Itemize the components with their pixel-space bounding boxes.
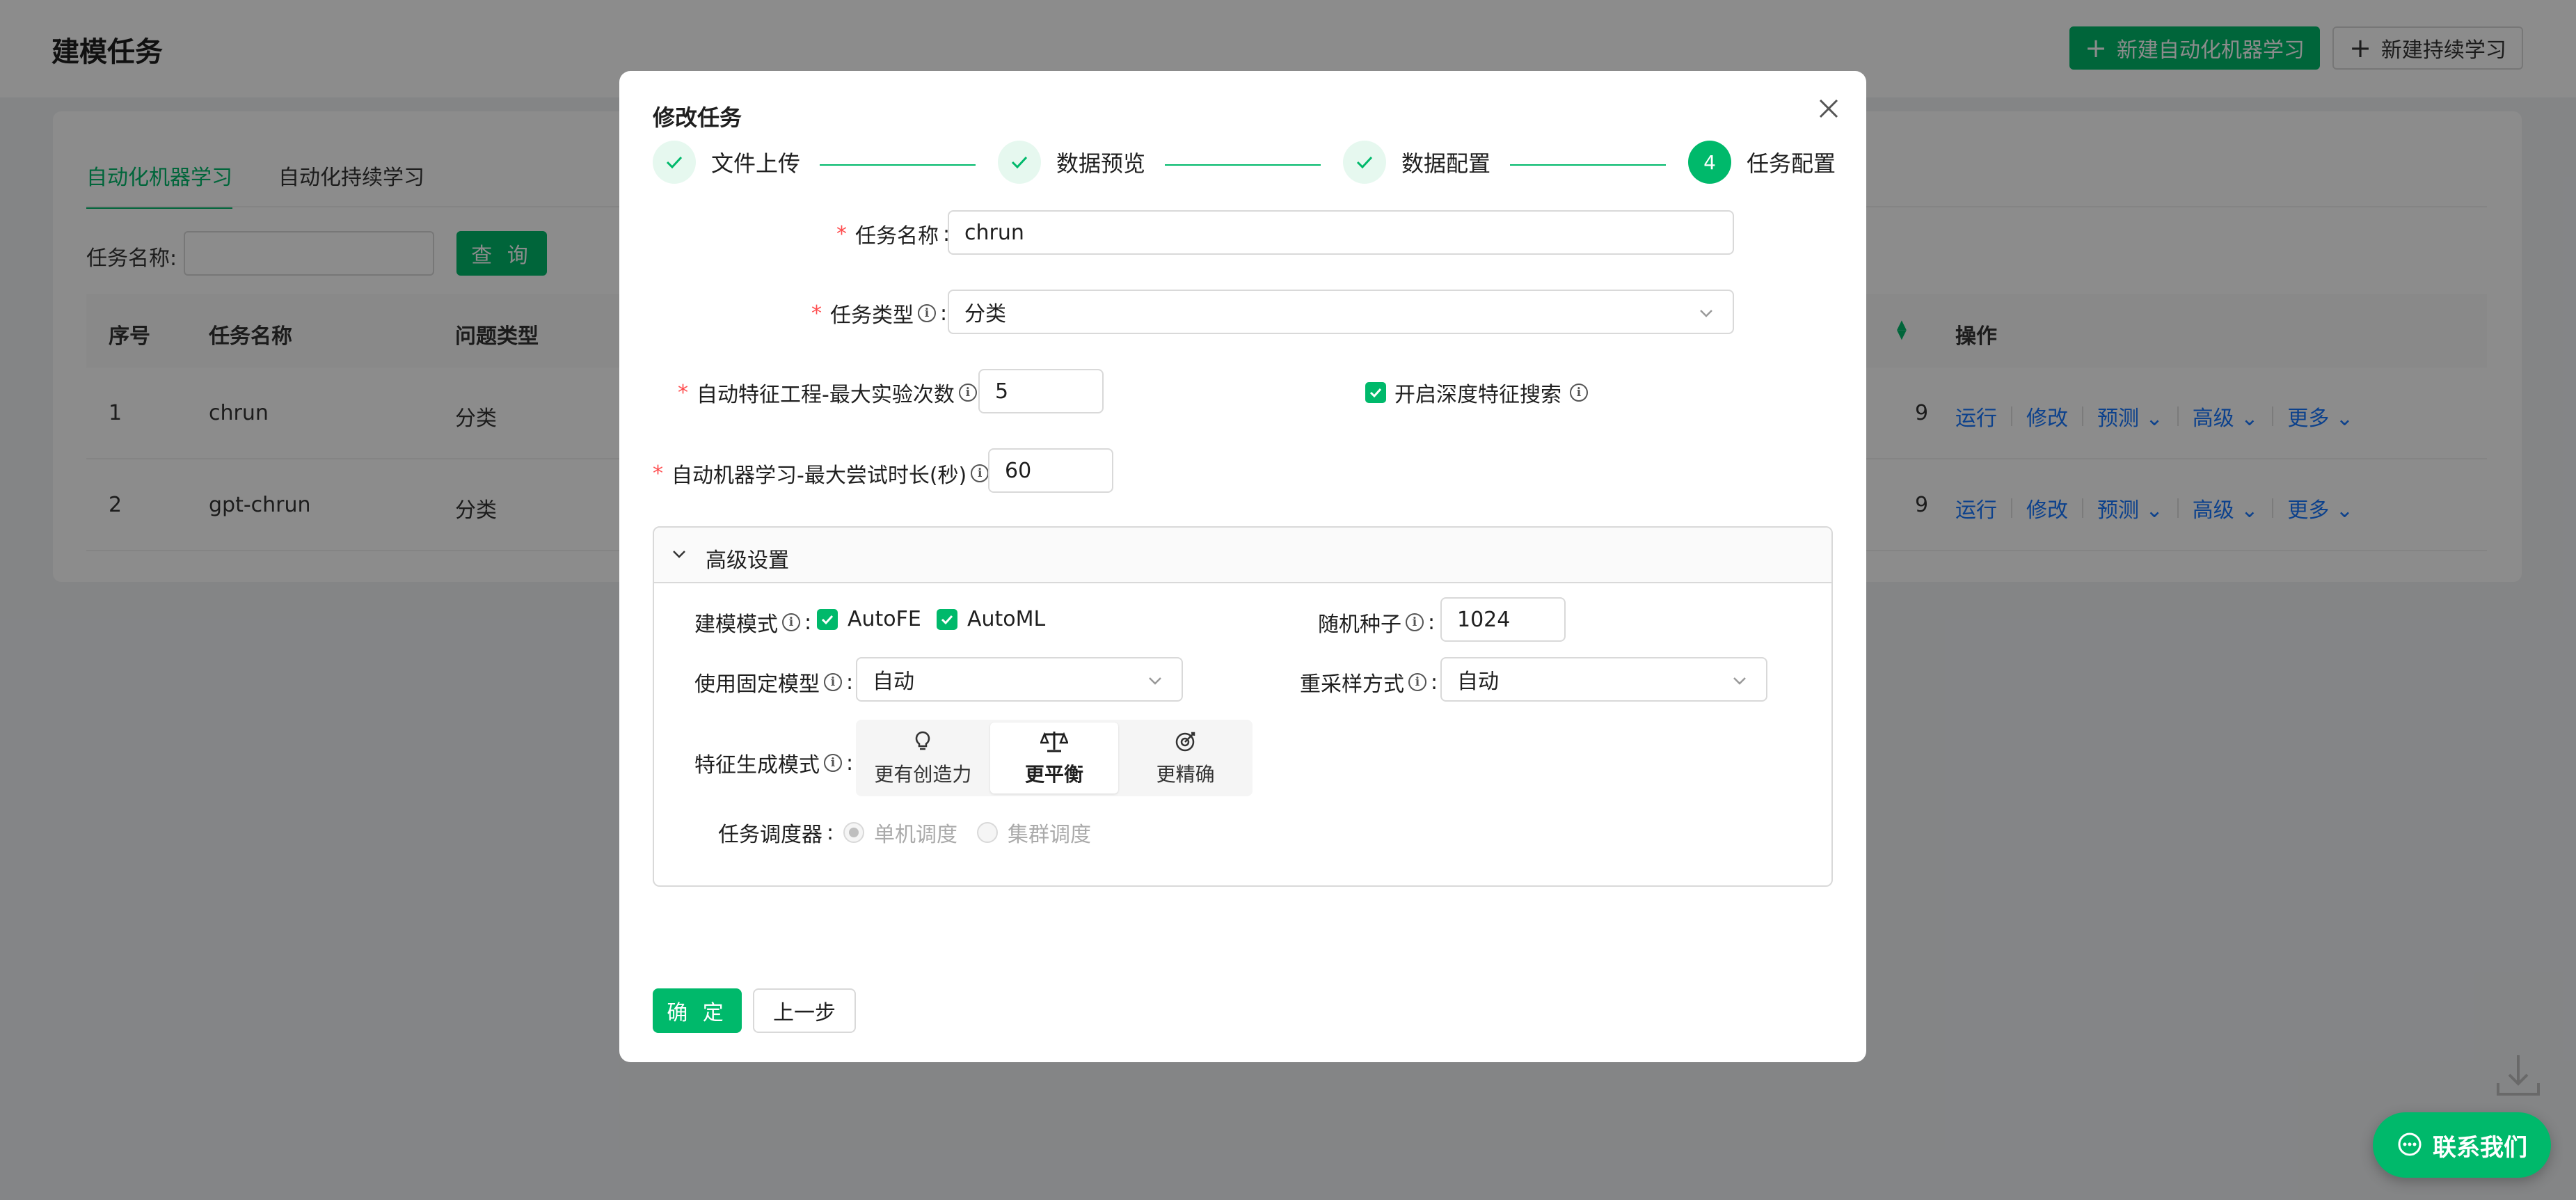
task-name-input[interactable]: chrun xyxy=(948,210,1734,255)
feature-mode-creative[interactable]: 更有创造力 xyxy=(859,723,987,794)
info-icon[interactable]: i xyxy=(971,464,989,482)
checkbox-checked-icon[interactable] xyxy=(937,608,957,630)
random-seed-label: 随机种子 i: xyxy=(1318,610,1436,638)
step-number: 4 xyxy=(1688,141,1731,184)
info-icon[interactable]: i xyxy=(782,613,800,631)
contact-us-label: 联系我们 xyxy=(2433,1133,2527,1162)
chevron-down-icon xyxy=(673,551,685,558)
max-trials-label: *自动特征工程-最大实验次数 i: xyxy=(678,377,988,408)
previous-step-button[interactable]: 上一步 xyxy=(753,988,856,1033)
advanced-settings-title: 高级设置 xyxy=(706,548,789,573)
max-trials-input[interactable]: 5 xyxy=(978,369,1104,413)
automl-checkbox[interactable]: AutoML xyxy=(937,607,1045,631)
feature-mode-segmented: 更有创造力 更平衡 更精确 xyxy=(856,720,1253,796)
chevron-down-icon xyxy=(1700,310,1712,317)
balance-scale-icon xyxy=(1040,732,1068,752)
step-label: 数据配置 xyxy=(1401,150,1491,177)
lightbulb-icon xyxy=(916,731,930,750)
resample-select[interactable]: 自动 xyxy=(1440,657,1767,702)
step-connector xyxy=(1165,164,1321,166)
advanced-settings-panel: 高级设置 建模模式 i: AutoFE AutoML 随机种子 i: 1024 xyxy=(653,526,1833,887)
advanced-settings-header[interactable]: 高级设置 xyxy=(654,528,1831,583)
target-icon xyxy=(1175,732,1195,752)
fixed-model-select[interactable]: 自动 xyxy=(856,657,1183,702)
radio-empty-icon[interactable] xyxy=(977,822,998,843)
step-data-config: 数据配置 xyxy=(1343,141,1490,184)
feature-mode-label: 特征生成模式 i: xyxy=(694,750,854,778)
task-type-select[interactable]: 分类 xyxy=(948,290,1734,334)
scheduler-single-radio[interactable]: 单机调度 xyxy=(843,817,957,848)
random-seed-input[interactable]: 1024 xyxy=(1440,597,1566,642)
step-check-icon xyxy=(653,141,696,184)
max-duration-input[interactable]: 60 xyxy=(988,448,1113,493)
step-check-icon xyxy=(1343,141,1386,184)
task-type-label: * 任务类型 i: xyxy=(811,301,948,329)
task-name-label: * 任务名称: xyxy=(836,221,951,249)
step-task-config: 4 任务配置 xyxy=(1688,141,1836,184)
modal-title: 修改任务 xyxy=(653,104,742,131)
step-check-icon xyxy=(998,141,1041,184)
checkbox-checked-icon[interactable] xyxy=(1365,382,1386,403)
step-data-preview: 数据预览 xyxy=(998,141,1145,184)
resample-label: 重采样方式 i: xyxy=(1300,670,1438,697)
checkbox-checked-icon[interactable] xyxy=(817,608,838,630)
scheduler-label: 任务调度器 : xyxy=(718,820,834,848)
step-file-upload: 文件上传 xyxy=(653,141,800,184)
confirm-button[interactable]: 确 定 xyxy=(653,988,742,1033)
chat-bubble-icon xyxy=(2398,1132,2422,1156)
fixed-model-label: 使用固定模型 i: xyxy=(694,670,854,697)
close-icon[interactable] xyxy=(1815,95,1843,123)
radio-selected-icon[interactable] xyxy=(843,822,864,843)
info-icon[interactable]: i xyxy=(1406,613,1424,631)
feature-mode-precise[interactable]: 更精确 xyxy=(1121,723,1250,794)
step-connector xyxy=(1510,164,1666,166)
info-icon[interactable]: i xyxy=(1570,384,1588,402)
step-label: 任务配置 xyxy=(1747,150,1836,177)
max-duration-label: *自动机器学习-最大尝试时长(秒) i: xyxy=(653,458,1000,489)
info-icon[interactable]: i xyxy=(1408,673,1426,691)
step-connector xyxy=(820,164,976,166)
deep-feature-search-label: 开启深度特征搜索 xyxy=(1394,383,1561,407)
step-label: 数据预览 xyxy=(1056,150,1146,177)
chevron-down-icon xyxy=(1733,677,1746,685)
contact-us-button[interactable]: 联系我们 xyxy=(2373,1112,2551,1178)
modeling-mode-label: 建模模式 i: xyxy=(694,610,812,638)
autofe-checkbox[interactable]: AutoFE xyxy=(817,607,921,631)
edit-task-modal: 修改任务 文件上传 数据预览 数据配置 4 任务配置 * 任务名称: chrun … xyxy=(619,71,1866,1062)
scheduler-cluster-radio[interactable]: 集群调度 xyxy=(977,817,1091,848)
deep-feature-search-checkbox[interactable]: 开启深度特征搜索 i xyxy=(1365,377,1588,408)
info-icon[interactable]: i xyxy=(918,304,936,322)
info-icon[interactable]: i xyxy=(824,673,842,691)
info-icon[interactable]: i xyxy=(958,384,977,402)
feature-mode-balanced[interactable]: 更平衡 xyxy=(989,723,1119,794)
info-icon[interactable]: i xyxy=(824,754,842,772)
step-label: 文件上传 xyxy=(711,150,801,177)
chevron-down-icon xyxy=(1149,677,1161,685)
